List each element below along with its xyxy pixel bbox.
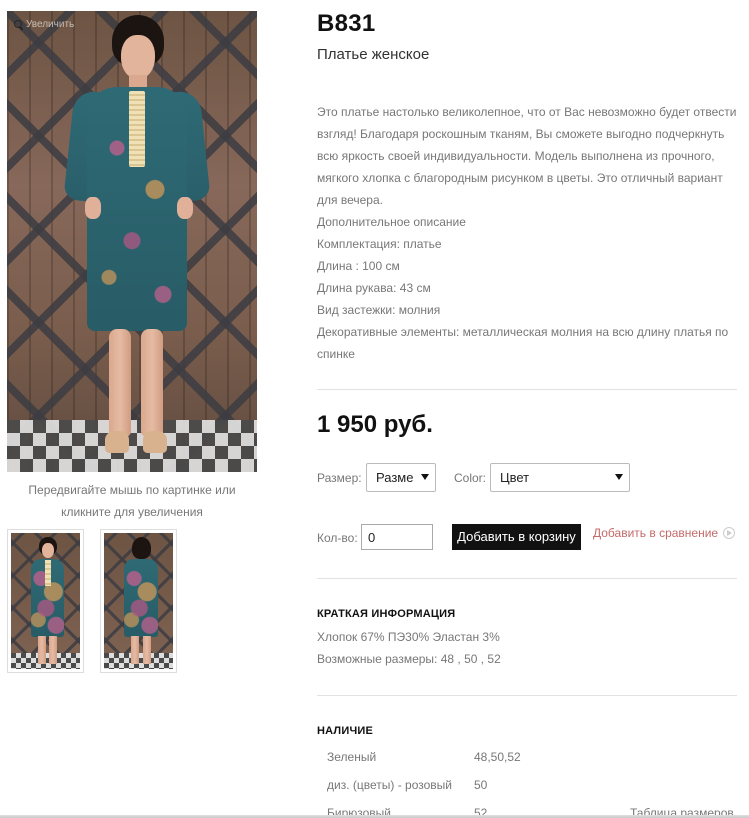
color-label: Color: bbox=[454, 471, 487, 485]
thumb-dress bbox=[124, 559, 158, 637]
thumb-leg-right bbox=[49, 636, 57, 664]
magnifier-icon bbox=[14, 20, 23, 29]
thumbnail-back-image bbox=[104, 533, 173, 669]
brief-sizes: Возможные размеры: 48 , 50 , 52 bbox=[317, 652, 501, 666]
dress-placket bbox=[129, 91, 145, 167]
add-to-compare-link[interactable]: Добавить в сравнение bbox=[593, 526, 736, 540]
zoom-hint[interactable]: Увеличить bbox=[14, 19, 74, 30]
main-product-photo[interactable] bbox=[7, 11, 257, 472]
description-paragraph: Это платье настолько великолепное, что о… bbox=[317, 105, 737, 207]
brief-composition: Хлопок 67% ПЭ30% Эластан 3% bbox=[317, 630, 500, 644]
model-leg-left bbox=[109, 329, 131, 437]
description-line: Длина рукава: 43 см bbox=[317, 281, 431, 295]
chevron-down-icon bbox=[615, 474, 623, 480]
product-description: Это платье настолько великолепное, что о… bbox=[317, 101, 737, 365]
thumb-model-hair bbox=[132, 537, 151, 559]
availability-color: диз. (цветы) - розовый bbox=[327, 778, 452, 792]
availability-sizes: 50 bbox=[474, 778, 488, 792]
thumbnail-front[interactable] bbox=[7, 529, 84, 673]
model-leg-right bbox=[141, 329, 163, 437]
model-shoe-left bbox=[105, 431, 129, 453]
model-hand-right bbox=[177, 197, 193, 219]
thumb-leg-left bbox=[38, 636, 46, 664]
add-to-cart-button[interactable]: Добавить в корзину bbox=[452, 524, 581, 550]
chevron-down-icon bbox=[421, 474, 429, 480]
photo-caption: Передвигайте мышь по картинке или кликни… bbox=[28, 483, 236, 519]
product-price: 1 950 руб. bbox=[317, 411, 433, 438]
brief-info-title: КРАТКАЯ ИНФОРМАЦИЯ bbox=[317, 608, 456, 620]
color-select[interactable]: Цвет bbox=[490, 463, 630, 492]
model-hand-left bbox=[85, 197, 101, 219]
description-line: Декоративные элементы: металлическая мол… bbox=[317, 325, 729, 361]
zoom-hint-label: Увеличить bbox=[26, 19, 75, 30]
thumbnail-front-image bbox=[11, 533, 80, 669]
thumbnail-back[interactable] bbox=[100, 529, 177, 673]
size-label: Размер: bbox=[317, 471, 362, 485]
availability-sizes: 48,50,52 bbox=[474, 750, 521, 764]
description-line: Длина : 100 см bbox=[317, 259, 400, 273]
thumb-model-face bbox=[42, 543, 54, 558]
description-line: Вид застежки: молния bbox=[317, 303, 441, 317]
availability-title: НАЛИЧИЕ bbox=[317, 725, 374, 737]
availability-row: Зеленый 48,50,52 bbox=[327, 750, 627, 772]
availability-color: Зеленый bbox=[327, 750, 377, 764]
product-sku: B831 bbox=[317, 10, 376, 37]
add-to-compare-label: Добавить в сравнение bbox=[593, 526, 719, 540]
quantity-label: Кол-во: bbox=[317, 531, 358, 545]
color-select-value: Цвет bbox=[500, 470, 530, 485]
thumb-dress-placket bbox=[45, 560, 51, 586]
size-select[interactable]: Размер bbox=[366, 463, 436, 492]
availability-row: диз. (цветы) - розовый 50 bbox=[327, 778, 627, 800]
divider bbox=[317, 389, 737, 390]
divider bbox=[317, 695, 737, 696]
model-face bbox=[121, 35, 155, 79]
photo-background-floor bbox=[7, 420, 257, 472]
description-line: Дополнительное описание bbox=[317, 215, 466, 229]
quantity-input[interactable] bbox=[361, 524, 433, 550]
model-shoe-right bbox=[143, 431, 167, 453]
product-subtitle: Платье женское bbox=[317, 46, 430, 63]
divider bbox=[317, 578, 737, 579]
thumb-leg-left bbox=[131, 636, 139, 664]
size-select-value: Размер bbox=[376, 470, 413, 485]
description-line: Комплектация: платье bbox=[317, 237, 442, 251]
thumb-leg-right bbox=[143, 636, 151, 664]
arrow-circle-icon bbox=[723, 527, 736, 539]
